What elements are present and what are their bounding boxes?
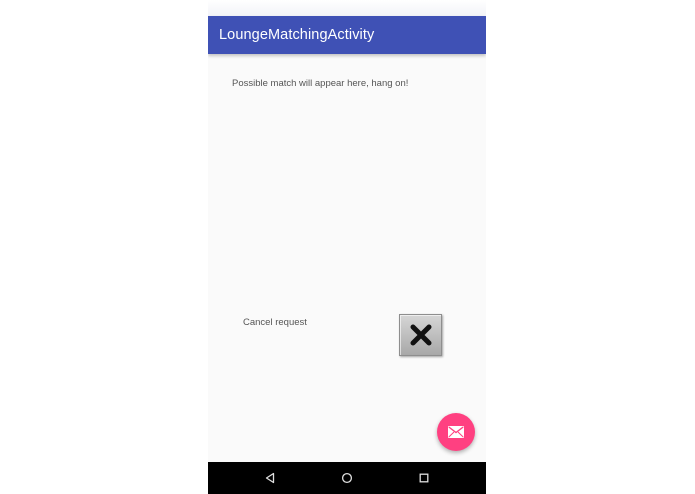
match-status-text: Possible match will appear here, hang on… [232, 78, 409, 89]
main-content: Possible match will appear here, hang on… [208, 54, 486, 462]
app-title: LoungeMatchingActivity [219, 27, 375, 43]
close-x-icon [410, 324, 431, 346]
nav-recents-button[interactable] [416, 470, 432, 486]
app-bar: LoungeMatchingActivity [208, 16, 486, 54]
nav-back-button[interactable] [262, 470, 278, 486]
recents-square-icon [419, 473, 429, 483]
cancel-request-label: Cancel request [243, 317, 307, 328]
screenshot-page: LoungeMatchingActivity Possible match wi… [0, 0, 695, 494]
home-circle-icon [341, 472, 353, 484]
email-icon [448, 426, 464, 438]
email-fab-button[interactable] [437, 413, 475, 451]
android-nav-bar [208, 462, 486, 494]
phone-screen: LoungeMatchingActivity Possible match wi… [208, 0, 486, 494]
cancel-request-button[interactable] [399, 314, 442, 356]
status-bar [208, 0, 486, 16]
back-triangle-icon [265, 472, 275, 484]
nav-home-button[interactable] [339, 470, 355, 486]
